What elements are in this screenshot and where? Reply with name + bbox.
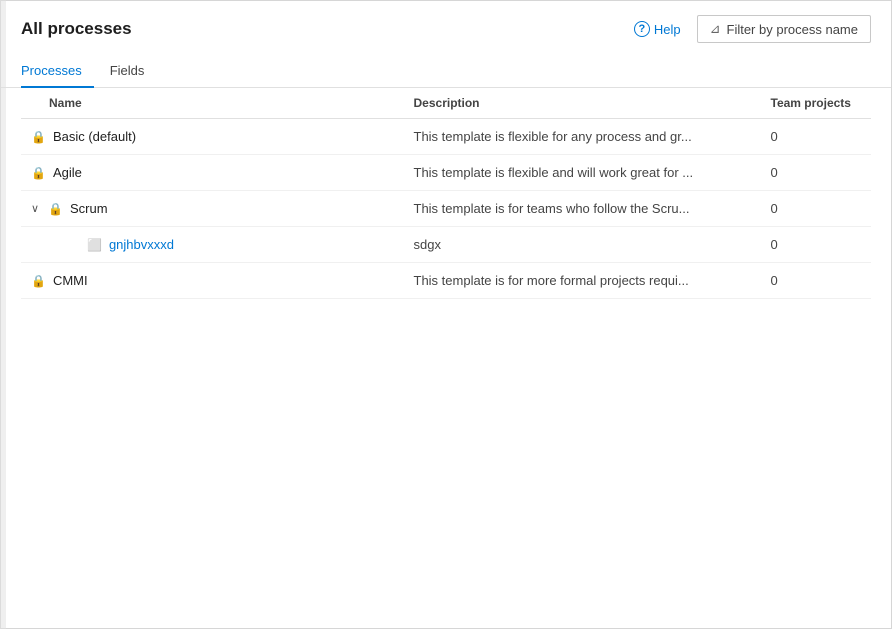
name-cell-scrum: ∨ 🔒 Scrum: [31, 201, 394, 216]
filter-label: Filter by process name: [727, 22, 859, 37]
description-cmmi: This template is for more formal project…: [404, 263, 761, 299]
tab-processes[interactable]: Processes: [21, 57, 94, 88]
description-agile: This template is flexible and will work …: [404, 155, 761, 191]
page-header: All processes ? Help ⊿ Filter by process…: [1, 1, 891, 43]
lock-icon: 🔒: [31, 274, 46, 288]
description-scrum: This template is for teams who follow th…: [404, 191, 761, 227]
team-projects-basic: 0: [761, 119, 872, 155]
lock-icon: 🔒: [48, 202, 63, 216]
table-header-row: Name Description Team projects: [21, 88, 871, 119]
table-row: 🔒 CMMI This template is for more formal …: [21, 263, 871, 299]
name-cell-agile: 🔒 Agile: [31, 165, 394, 180]
process-name-cmmi: CMMI: [53, 273, 88, 288]
lock-icon: 🔒: [31, 130, 46, 144]
table-container: Name Description Team projects 🔒 Basic (…: [1, 88, 891, 628]
team-projects-scrum: 0: [761, 191, 872, 227]
process-link-child[interactable]: gnjhbvxxxd: [109, 237, 174, 252]
tab-fields[interactable]: Fields: [110, 57, 157, 88]
col-description: Description: [404, 88, 761, 119]
table-row: 🔒 Basic (default) This template is flexi…: [21, 119, 871, 155]
name-cell-basic: 🔒 Basic (default): [31, 129, 394, 144]
help-label: Help: [654, 22, 681, 37]
description-basic: This template is flexible for any proces…: [404, 119, 761, 155]
table-row: 🔒 Agile This template is flexible and wi…: [21, 155, 871, 191]
process-template-icon: ⬜: [87, 238, 102, 252]
filter-button[interactable]: ⊿ Filter by process name: [697, 15, 871, 43]
lock-icon: 🔒: [31, 166, 46, 180]
process-name-basic: Basic (default): [53, 129, 136, 144]
page-title: All processes: [21, 19, 132, 39]
header-actions: ? Help ⊿ Filter by process name: [628, 15, 871, 43]
tabs-container: Processes Fields: [1, 49, 891, 88]
main-window: All processes ? Help ⊿ Filter by process…: [0, 0, 892, 629]
process-name-scrum: Scrum: [70, 201, 108, 216]
description-child: sdgx: [404, 227, 761, 263]
table-row: ∨ 🔒 Scrum This template is for teams who…: [21, 191, 871, 227]
team-projects-agile: 0: [761, 155, 872, 191]
process-name-agile: Agile: [53, 165, 82, 180]
filter-icon: ⊿: [710, 21, 721, 37]
col-team-projects: Team projects: [761, 88, 872, 119]
processes-table: Name Description Team projects 🔒 Basic (…: [21, 88, 871, 299]
table-row: ⬜ gnjhbvxxxd sdgx 0: [21, 227, 871, 263]
help-button[interactable]: ? Help: [628, 17, 687, 41]
team-projects-cmmi: 0: [761, 263, 872, 299]
chevron-down-icon[interactable]: ∨: [31, 202, 39, 215]
team-projects-child: 0: [761, 227, 872, 263]
name-cell-cmmi: 🔒 CMMI: [31, 273, 394, 288]
sidebar-accent: [0, 0, 6, 629]
help-icon: ?: [634, 21, 650, 37]
col-name: Name: [21, 88, 404, 119]
name-cell-child: ⬜ gnjhbvxxxd: [59, 237, 394, 252]
